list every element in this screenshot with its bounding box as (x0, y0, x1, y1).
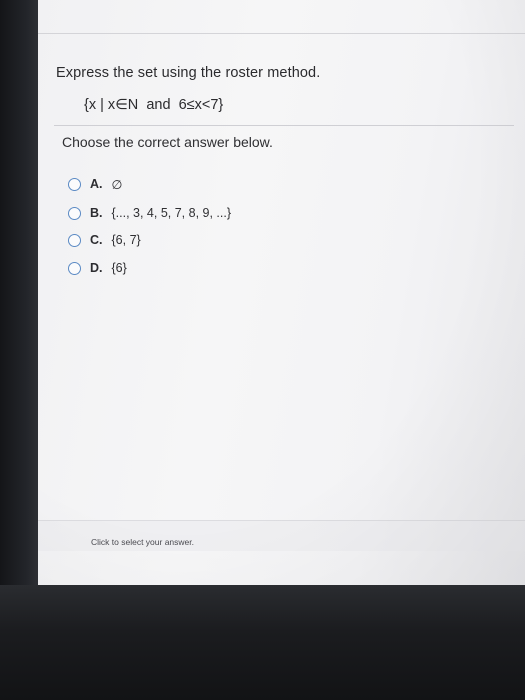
answer-option-d[interactable]: D. {6} (68, 258, 127, 278)
option-text: {..., 3, 4, 5, 7, 8, 9, ...} (111, 206, 232, 220)
radio-button-icon[interactable] (68, 261, 81, 275)
footer-hint: Click to select your answer. (91, 537, 194, 547)
answer-option-b[interactable]: B. {..., 3, 4, 5, 7, 8, 9, ...} (68, 203, 231, 223)
radio-button-icon[interactable] (68, 177, 81, 191)
monitor-bezel-bottom (0, 585, 525, 700)
option-text: {6} (111, 261, 127, 275)
option-text: {6, 7} (111, 233, 141, 247)
screen-glare (38, 0, 525, 588)
option-letter: C. (90, 233, 103, 247)
question-prompt: Express the set using the roster method. (56, 65, 321, 81)
question-panel: Express the set using the roster method.… (38, 0, 525, 588)
option-text: ∅ (111, 177, 123, 192)
radio-button-icon[interactable] (68, 233, 81, 247)
set-expression: {x | x∈N and 6≤x<7} (84, 97, 224, 113)
option-letter: A. (90, 177, 103, 191)
option-letter: B. (90, 206, 103, 220)
top-divider (38, 33, 525, 34)
answer-option-c[interactable]: C. {6, 7} (68, 230, 141, 250)
option-letter: D. (90, 261, 103, 275)
instruction-text: Choose the correct answer below. (62, 134, 273, 150)
radio-button-icon[interactable] (68, 206, 81, 220)
answer-option-a[interactable]: A. ∅ (68, 174, 122, 194)
section-divider (54, 125, 514, 126)
